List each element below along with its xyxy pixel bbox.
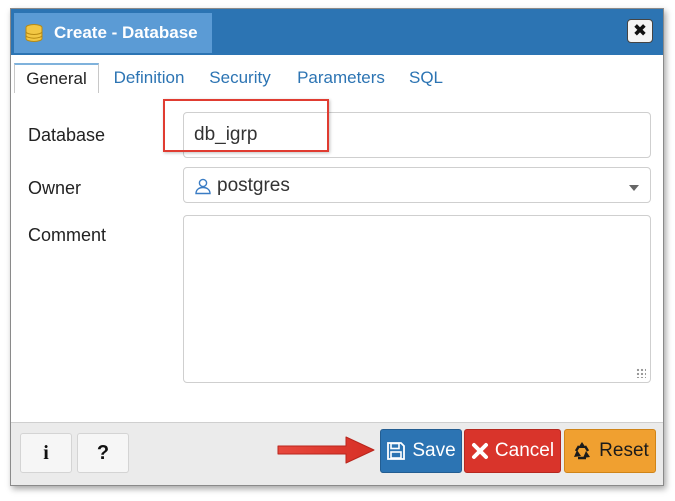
save-label: Save [412,440,456,461]
annotation-arrow-icon [277,436,375,464]
save-button[interactable]: Save [380,429,462,473]
general-form: Database db_igrp Owner postgres Comment [11,93,663,423]
chevron-down-icon[interactable] [629,185,639,191]
database-label: Database [28,125,106,145]
close-button[interactable]: ✖ [627,19,653,43]
cancel-label: Cancel [494,440,555,461]
comment-label: Comment [28,225,107,245]
cancel-button[interactable]: Cancel [464,429,561,473]
dialog-title-tab: Create - Database [14,13,212,53]
floppy-disk-icon [386,441,406,461]
question-icon: ? [96,441,110,464]
tab-security[interactable]: Security [206,63,274,93]
tab-definition[interactable]: Definition [106,63,192,93]
info-button[interactable]: i [20,433,72,473]
close-icon: ✖ [632,21,648,40]
create-database-dialog: Create - Database ✖ General Definition S… [10,8,664,486]
resize-handle-icon[interactable] [636,368,646,378]
tab-general[interactable]: General [14,63,99,94]
reset-label: Reset [599,440,649,461]
user-icon [194,177,212,195]
recycle-icon [571,440,593,462]
owner-value: postgres [217,175,290,196]
x-icon [471,442,489,460]
database-icon [24,23,44,43]
reset-button[interactable]: Reset [564,429,656,473]
info-icon: i [43,441,49,464]
owner-label: Owner [28,178,82,198]
owner-select[interactable]: postgres [183,167,651,203]
tab-parameters[interactable]: Parameters [292,63,390,93]
tab-bar: General Definition Security Parameters S… [14,55,660,94]
tab-sql[interactable]: SQL [407,63,445,93]
dialog-title: Create - Database [54,23,198,42]
annotation-highlight-box [163,99,329,152]
comment-textarea[interactable] [183,215,651,383]
help-button[interactable]: ? [77,433,129,473]
dialog-titlebar: Create - Database ✖ [11,9,663,55]
